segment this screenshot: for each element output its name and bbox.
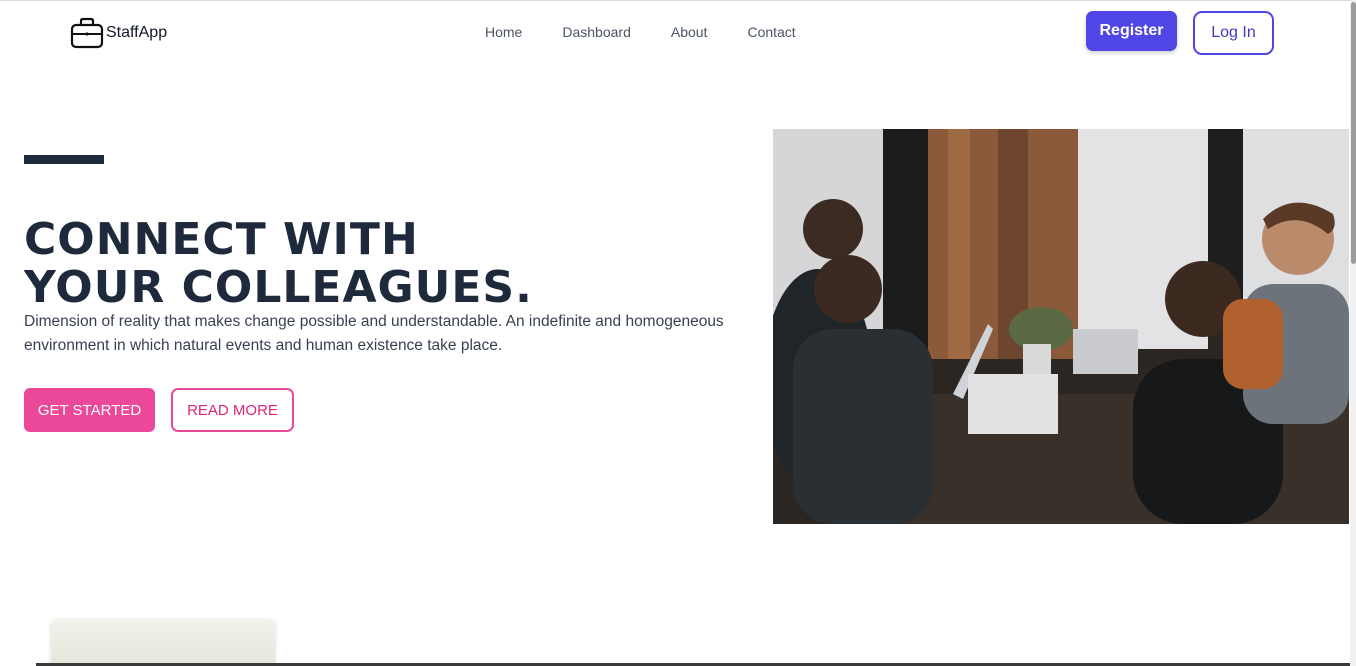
- brand-logo[interactable]: StaffApp: [70, 16, 167, 50]
- navbar: StaffApp Home Dashboard About Contact Re…: [0, 0, 1350, 66]
- brand-name: StaffApp: [106, 24, 168, 41]
- scrollbar-thumb[interactable]: [1351, 2, 1356, 264]
- hero-title-line-2: YOUR COLLEAGUES.: [24, 262, 533, 313]
- hero-description: Dimension of reality that makes change p…: [24, 313, 724, 354]
- register-button[interactable]: Register: [1086, 11, 1177, 51]
- briefcase-icon: [70, 17, 104, 49]
- get-started-button[interactable]: GET STARTED: [24, 388, 155, 432]
- hero-photo: [773, 129, 1349, 524]
- nav-links: Home Dashboard About Contact: [485, 24, 836, 40]
- hero-image: [773, 129, 1349, 524]
- nav-link-about[interactable]: About: [671, 24, 708, 40]
- nav-link-contact[interactable]: Contact: [747, 24, 795, 40]
- login-button[interactable]: Log In: [1193, 11, 1274, 55]
- nav-link-home[interactable]: Home: [485, 24, 522, 40]
- feature-card-image: [51, 620, 275, 666]
- nav-link-dashboard[interactable]: Dashboard: [562, 24, 631, 40]
- accent-bar: [24, 155, 104, 164]
- hero-title: CONNECT WITH YOUR COLLEAGUES.: [24, 216, 764, 312]
- hero-title-line-1: CONNECT WITH: [24, 214, 419, 265]
- read-more-button[interactable]: READ MORE: [171, 388, 294, 432]
